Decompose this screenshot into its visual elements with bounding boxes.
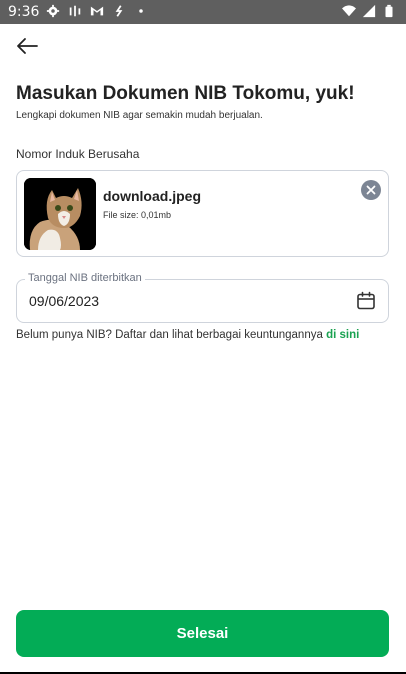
- calendar-icon[interactable]: [356, 291, 376, 311]
- cellular-icon: [362, 4, 376, 18]
- dot-icon: [139, 9, 143, 13]
- close-circle-icon: [366, 185, 376, 195]
- nib-field-label: Nomor Induk Berusaha: [16, 147, 140, 161]
- page-subtitle: Lengkapi dokumen NIB agar semakin mudah …: [16, 110, 263, 121]
- nib-date-value[interactable]: 09/06/2023: [29, 293, 99, 309]
- file-thumbnail: [24, 178, 96, 250]
- status-icons-left: [46, 4, 148, 18]
- nib-date-label: Tanggal NIB diterbitkan: [25, 272, 145, 284]
- cat-photo-thumbnail: [24, 178, 96, 250]
- battery-icon: [385, 4, 393, 18]
- wifi-icon: [342, 5, 356, 17]
- gmail-icon: [90, 6, 104, 16]
- gear-icon: [46, 4, 60, 18]
- uploaded-file-card[interactable]: download.jpeg File size: 0,01mb: [16, 170, 389, 257]
- arrow-left-icon: [17, 38, 38, 54]
- status-icons-right: [342, 4, 396, 18]
- register-nib-link[interactable]: di sini: [326, 329, 359, 341]
- remove-file-button[interactable]: [361, 180, 381, 200]
- nib-date-field[interactable]: Tanggal NIB diterbitkan 09/06/2023: [16, 272, 389, 323]
- nib-info-text: Belum punya NIB? Daftar dan lihat berbag…: [16, 328, 390, 343]
- submit-button[interactable]: Selesai: [16, 610, 389, 657]
- status-bar: 9:36: [0, 0, 406, 24]
- page-title: Masukan Dokumen NIB Tokomu, yuk!: [16, 83, 355, 104]
- sync-icon: [115, 5, 123, 17]
- file-name: download.jpeg: [103, 188, 201, 204]
- back-button[interactable]: [12, 32, 42, 60]
- signal-bars-icon: [69, 5, 81, 17]
- status-time: 9:36: [8, 4, 40, 20]
- nib-info-message: Belum punya NIB? Daftar dan lihat berbag…: [16, 329, 327, 341]
- file-size: File size: 0,01mb: [103, 210, 172, 220]
